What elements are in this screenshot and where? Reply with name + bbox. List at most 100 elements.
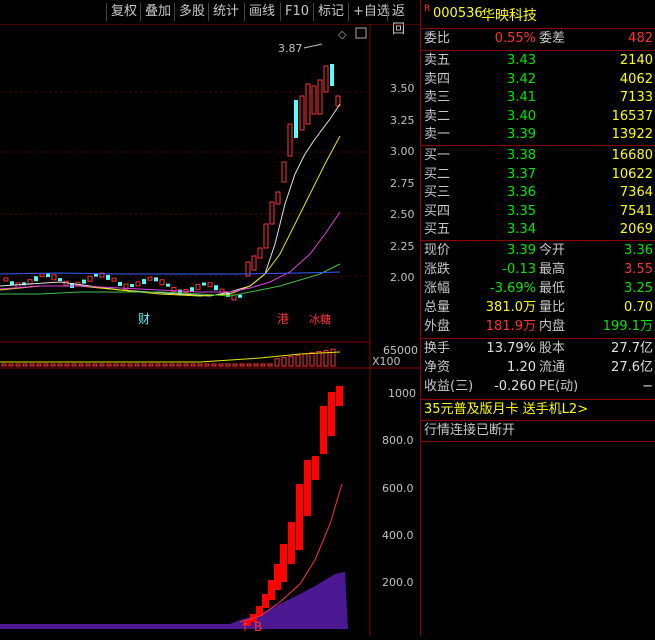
candlestick [135,281,141,287]
candlestick [166,283,170,287]
buy-volume: 16680 [611,148,653,163]
candlestick [251,255,257,271]
candlestick [257,247,263,259]
quote-label-2: 最低 [539,281,566,296]
sell-price: 3.40 [507,108,536,124]
candlestick [39,273,45,278]
buy-row[interactable]: 买一 3.38 16680 [421,147,655,165]
quote-value: -3.69% [490,281,536,296]
kline-chart-svg[interactable]: ◇ 3.50 3.25 3.00 2.75 2.50 2.25 2.00 3.8… [0,23,420,636]
mark-button[interactable]: 标记 [313,3,348,21]
draw-line-button[interactable]: 画线 [244,3,279,21]
stats-value: 13.79% [486,341,536,356]
sell-label: 卖二 [424,108,451,124]
indicator-bar [312,456,319,480]
volume-bar [36,363,42,367]
indicator-area-purple [0,572,348,629]
stats-value: 1.20 [507,360,536,375]
indicator-bar [262,594,269,608]
volume-bar [260,363,266,367]
volume-bar [50,363,56,367]
f10-button[interactable]: F10 [280,3,313,21]
buy-label: 买五 [424,222,451,237]
price-tick: 2.50 [390,208,415,221]
volume-bar [253,363,259,367]
sell-volume: 7133 [619,90,653,105]
overlay-button[interactable]: 叠加 [140,3,175,21]
sell-label: 卖五 [424,53,451,68]
volume-bar [316,351,322,367]
high-price-pointer [303,43,323,49]
quote-value-2: 3.55 [624,262,653,277]
price-tick: 2.00 [390,271,415,284]
candlestick [195,283,201,290]
quote-value: -0.13 [502,262,536,277]
r-badge: R [424,4,431,14]
volume-bar [197,363,203,367]
quote-value-2: 199.1万 [602,319,653,334]
promo-link[interactable]: 35元普及版月卡 送手机L2> [421,401,655,419]
sell-row[interactable]: 卖二 3.40 16537 [421,108,655,126]
volume-bar [134,363,140,367]
indicator-bar [268,580,275,600]
volume-bar [15,363,21,367]
sell-row[interactable]: 卖三 3.41 7133 [421,89,655,107]
high-price-label: 3.87 [278,42,303,55]
volume-bar [190,363,196,367]
volume-bar [267,363,273,367]
window-toggle-icon[interactable] [355,27,367,39]
volume-bar [148,363,154,367]
volume-bar [309,352,315,367]
quote-row: 总量 381.0万 量比 0.70 [421,299,655,317]
sell-row[interactable]: 卖一 3.39 13922 [421,126,655,144]
price-axis: 3.50 3.25 3.00 2.75 2.50 2.25 2.00 [390,82,415,284]
buy-signal-label: B [254,620,262,634]
candlestick [214,285,218,291]
volume-bar [64,363,70,367]
back-button[interactable]: 返回 [387,3,420,37]
volume-bar [281,357,287,367]
candlestick [317,79,323,115]
volume-bar [302,353,308,367]
volume-bar [155,363,161,367]
volume-bar [232,363,238,367]
volume-bar [85,363,91,367]
quote-panel: R 000536 华映科技 委比 0.55% 委差 482 卖五 3.43 2140… [420,0,655,636]
sell-volume: 4062 [619,71,653,87]
stats-value: -0.260 [494,379,536,394]
buy-row[interactable]: 买二 3.37 10622 [421,166,655,184]
sell-volume: 2140 [619,53,653,68]
indicator-tick: 800.0 [382,434,414,447]
buy-row[interactable]: 买五 3.34 2069 [421,221,655,239]
candlestick [238,294,242,298]
stats-label: 净资 [424,360,451,375]
indicator-bar [336,386,343,406]
buy-price: 3.38 [507,148,536,163]
candlestick [263,223,269,249]
volume-bar [169,363,175,367]
buy-row[interactable]: 买四 3.35 7541 [421,203,655,221]
stats-label: 换手 [424,341,451,356]
volume-bar [99,363,105,367]
statistics-button[interactable]: 统计 [208,3,243,21]
candlestick [106,274,110,280]
volume-bar [1,363,7,367]
buy-row[interactable]: 买三 3.36 7364 [421,184,655,202]
indicator-bar [304,460,311,516]
candlestick [159,279,165,286]
event-marker: 港 [277,312,289,326]
sell-row[interactable]: 卖五 3.43 2140 [421,52,655,70]
candlestick [34,276,38,282]
volume-bar [92,363,98,367]
multi-stock-button[interactable]: 多股 [174,3,209,21]
sell-row[interactable]: 卖四 3.42 4062 [421,71,655,89]
sell-volume: 13922 [611,127,653,142]
diamond-icon: ◇ [338,28,347,41]
restore-rights-button[interactable]: 复权 [106,3,141,21]
kline-chart-area[interactable]: ◇ 3.50 3.25 3.00 2.75 2.50 2.25 2.00 3.8… [0,23,420,636]
weibi-row: 委比 0.55% 委差 482 [421,30,655,48]
candlestick [299,95,305,131]
stats-label-2: 流通 [539,360,566,375]
quote-label: 外盘 [424,319,451,334]
volume-bar [106,363,112,367]
